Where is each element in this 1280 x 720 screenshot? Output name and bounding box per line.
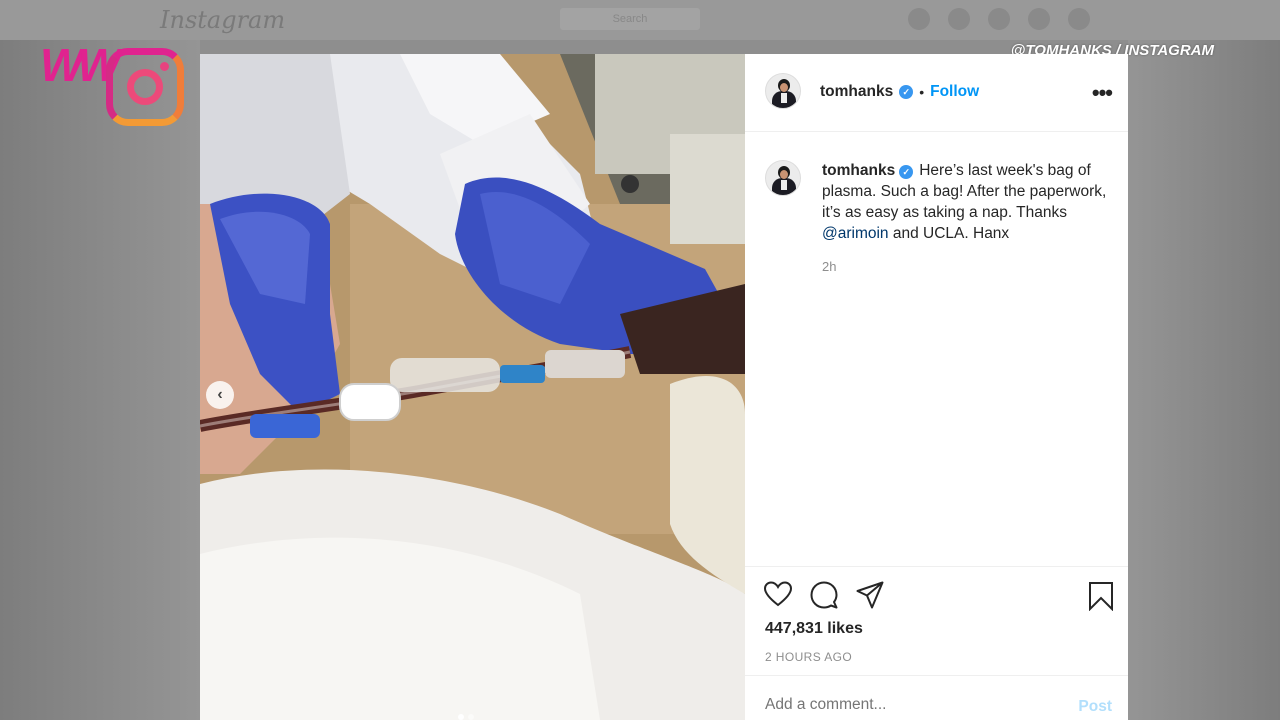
search-input[interactable]: Search (560, 8, 700, 30)
actions-divider (745, 566, 1128, 567)
carousel-dot (458, 714, 464, 720)
plasma-photo-illustration (200, 54, 745, 720)
likes-count[interactable]: 447,831 likes (765, 620, 863, 638)
post-header-user: tomhanks ✓ • Follow (820, 83, 979, 101)
home-icon[interactable] (908, 8, 930, 30)
carousel-dot (468, 714, 474, 720)
mention-link[interactable]: @arimoin (822, 225, 889, 242)
activity-icon[interactable] (1028, 8, 1050, 30)
separator-dot: • (919, 84, 925, 100)
caption-username-link[interactable]: tomhanks (822, 162, 895, 179)
background-left (0, 40, 200, 720)
chevron-left-icon: ‹ (217, 386, 223, 403)
profile-avatar-icon[interactable] (1068, 8, 1090, 30)
bookmark-icon[interactable] (1088, 581, 1114, 611)
verified-icon: ✓ (899, 85, 914, 99)
caption-avatar[interactable] (765, 160, 801, 196)
avatar[interactable] (765, 73, 801, 109)
caption-age: 2h (822, 259, 837, 274)
post-caption: tomhanks ✓ Here’s last week's bag of plasm… (822, 160, 1122, 244)
background-header: Instagram Search (0, 0, 1280, 40)
comment-input[interactable] (765, 696, 1045, 714)
ww-logo-text: WW (40, 39, 121, 91)
comment-icon[interactable] (810, 581, 838, 609)
share-icon[interactable] (856, 581, 884, 609)
more-options-icon[interactable]: ••• (1092, 80, 1113, 106)
post-header: tomhanks ✓ • Follow ••• (745, 54, 1128, 132)
post-details-panel: tomhanks ✓ • Follow ••• tomhanks ✓ Here’s … (745, 54, 1128, 720)
instagram-logo-icon (106, 48, 184, 126)
post-comment-button[interactable]: Post (1078, 698, 1112, 716)
verified-icon: ✓ (899, 165, 914, 179)
carousel-dots (458, 714, 474, 720)
heart-icon[interactable] (764, 581, 792, 607)
caption-text-end: and UCLA. Hanx (888, 225, 1010, 242)
carousel-prev-button[interactable]: ‹ (206, 381, 234, 409)
username-link[interactable]: tomhanks (820, 83, 893, 101)
instagram-wordmark: Instagram (160, 6, 286, 34)
top-nav-icons (908, 8, 1090, 30)
explore-icon[interactable] (988, 8, 1010, 30)
comment-bar: Post (745, 675, 1128, 720)
background-right (1128, 40, 1280, 720)
follow-button[interactable]: Follow (930, 83, 979, 101)
ww-instagram-logo: WW (40, 38, 185, 130)
post-timestamp: 2 HOURS AGO (765, 650, 853, 664)
direct-icon[interactable] (948, 8, 970, 30)
post-photo[interactable] (200, 54, 745, 720)
